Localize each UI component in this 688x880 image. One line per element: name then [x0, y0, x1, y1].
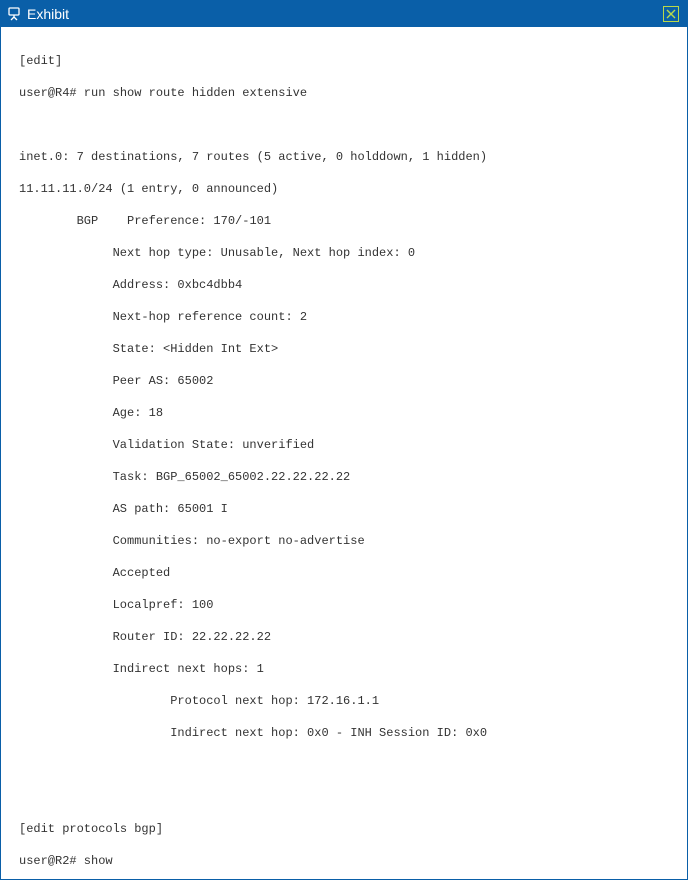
titlebar-left: Exhibit	[7, 6, 69, 22]
terminal-line: Next hop type: Unusable, Next hop index:…	[19, 245, 669, 261]
terminal-line: [edit]	[19, 53, 669, 69]
terminal-line: AS path: 65001 I	[19, 501, 669, 517]
terminal-line	[19, 789, 669, 805]
titlebar: Exhibit	[1, 1, 687, 27]
exhibit-window: Exhibit [edit] user@R4# run show route h…	[0, 0, 688, 880]
terminal-line: Next-hop reference count: 2	[19, 309, 669, 325]
terminal-line: user@R4# run show route hidden extensive	[19, 85, 669, 101]
terminal-line: Age: 18	[19, 405, 669, 421]
window-title: Exhibit	[27, 6, 69, 22]
terminal-line: Localpref: 100	[19, 597, 669, 613]
close-button[interactable]	[663, 6, 679, 22]
terminal-line: Communities: no-export no-advertise	[19, 533, 669, 549]
terminal-line: user@R2# show	[19, 853, 669, 869]
terminal-line: Task: BGP_65002_65002.22.22.22.22	[19, 469, 669, 485]
terminal-line: Protocol next hop: 172.16.1.1	[19, 693, 669, 709]
terminal-line: [edit protocols bgp]	[19, 821, 669, 837]
terminal-line: Peer AS: 65002	[19, 373, 669, 389]
terminal-line: Indirect next hops: 1	[19, 661, 669, 677]
easel-icon	[7, 7, 23, 21]
terminal-line: Address: 0xbc4dbb4	[19, 277, 669, 293]
terminal-line: Indirect next hop: 0x0 - INH Session ID:…	[19, 725, 669, 741]
terminal-line: State: <Hidden Int Ext>	[19, 341, 669, 357]
terminal-line: Router ID: 22.22.22.22	[19, 629, 669, 645]
terminal-line: BGP Preference: 170/-101	[19, 213, 669, 229]
terminal-output: [edit] user@R4# run show route hidden ex…	[19, 37, 669, 879]
terminal-line: Validation State: unverified	[19, 437, 669, 453]
content-area: [edit] user@R4# run show route hidden ex…	[1, 27, 687, 879]
terminal-line: 11.11.11.0/24 (1 entry, 0 announced)	[19, 181, 669, 197]
close-icon	[666, 9, 676, 19]
terminal-line	[19, 757, 669, 773]
terminal-line: Accepted	[19, 565, 669, 581]
terminal-line: inet.0: 7 destinations, 7 routes (5 acti…	[19, 149, 669, 165]
terminal-line	[19, 117, 669, 133]
